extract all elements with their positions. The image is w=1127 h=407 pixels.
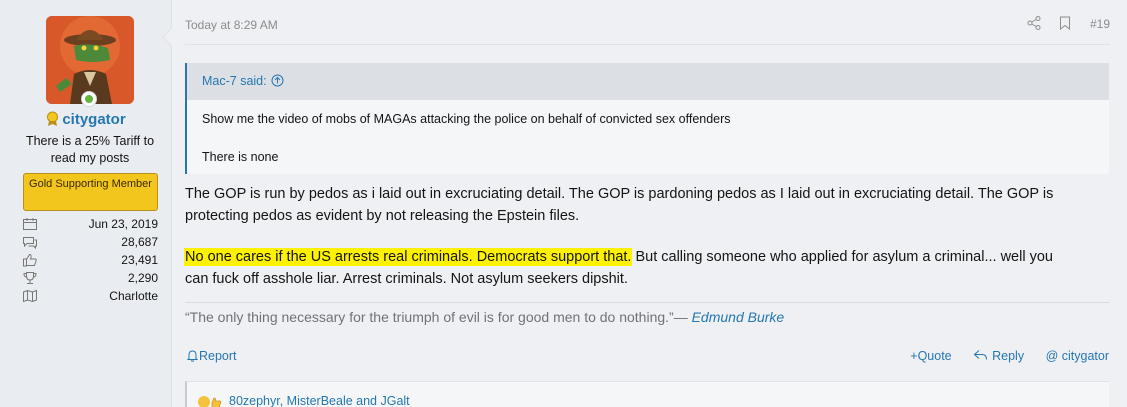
quote-text-line: There is none [202, 150, 279, 164]
jump-to-quote-icon[interactable] [271, 74, 284, 90]
bookmark-icon[interactable] [1059, 16, 1075, 32]
stat-joined: Jun 23, 2019 [22, 216, 158, 234]
username-link[interactable]: citygator [62, 111, 125, 128]
message-line: No one cares if the US arrests real crim… [185, 246, 1115, 268]
user-banner: Gold Supporting Member [23, 173, 158, 211]
post-header-actions: #19 [1027, 16, 1110, 32]
signature-dash: — [673, 309, 692, 325]
post-body: Today at 8:29 AM #19 Mac-7 said: Show me… [172, 0, 1127, 407]
post-actions: +Quote Reply @ citygator [892, 349, 1109, 363]
post-number-link[interactable]: #19 [1090, 17, 1110, 31]
messages-icon [23, 237, 37, 249]
reply-button[interactable]: Reply [973, 349, 1024, 363]
message-text: But calling someone who applied for asyl… [631, 249, 1053, 265]
reply-icon [973, 350, 988, 360]
signature: “The only thing necessary for the triump… [185, 309, 784, 325]
reactions-names-link[interactable]: 80zephyr, MisterBeale and JGalt [229, 394, 410, 407]
medal-icon [46, 111, 59, 131]
mention-button[interactable]: @ citygator [1046, 349, 1109, 363]
bell-icon [186, 350, 199, 362]
stat-location: Charlotte [22, 288, 158, 306]
user-title: There is a 25% Tariff to read my posts [25, 134, 155, 165]
message-line: protecting pedos as evident by not relea… [185, 208, 580, 224]
message-paragraph: No one cares if the US arrests real crim… [185, 246, 1115, 290]
quote-header[interactable]: Mac-7 said: [187, 63, 1109, 100]
header-divider [185, 44, 1110, 45]
share-icon[interactable] [1027, 16, 1043, 32]
quote-block: Mac-7 said: Show me the video of mobs of… [185, 63, 1109, 174]
quote-text-line: Show me the video of mobs of MAGAs attac… [202, 112, 731, 126]
thumbs-up-icon [23, 253, 37, 267]
user-sidebar: citygator There is a 25% Tariff to read … [0, 0, 172, 407]
quote-button[interactable]: +Quote [910, 349, 951, 363]
quote-author[interactable]: Mac-7 said: [202, 74, 267, 88]
at-icon: @ [1045, 349, 1062, 363]
calendar-icon [23, 218, 37, 230]
post-date[interactable]: Today at 8:29 AM [185, 18, 278, 32]
trophy-icon [23, 272, 37, 284]
stat-reactions: 23,491 [22, 252, 158, 270]
online-status-icon [81, 91, 97, 107]
stat-points: 2,290 [22, 270, 158, 288]
message-paragraph: The GOP is run by pedos as i laid out in… [185, 183, 1115, 227]
username-row[interactable]: citygator [0, 111, 172, 131]
signature-divider [185, 302, 1109, 303]
reaction-icons [197, 395, 223, 407]
stat-messages: 28,687 [22, 234, 158, 252]
message-line: can fuck off asshole liar. Arrest crimin… [185, 271, 628, 287]
map-icon [23, 289, 37, 303]
signature-quote: “The only thing necessary for the triump… [185, 309, 674, 325]
highlighted-text: No one cares if the US arrests real crim… [185, 249, 632, 265]
signature-author: Edmund Burke [691, 309, 785, 325]
report-button[interactable]: Report [186, 349, 237, 363]
reactions-bar: 80zephyr, MisterBeale and JGalt [185, 381, 1109, 407]
message-line: The GOP is run by pedos as i laid out in… [185, 186, 1054, 202]
